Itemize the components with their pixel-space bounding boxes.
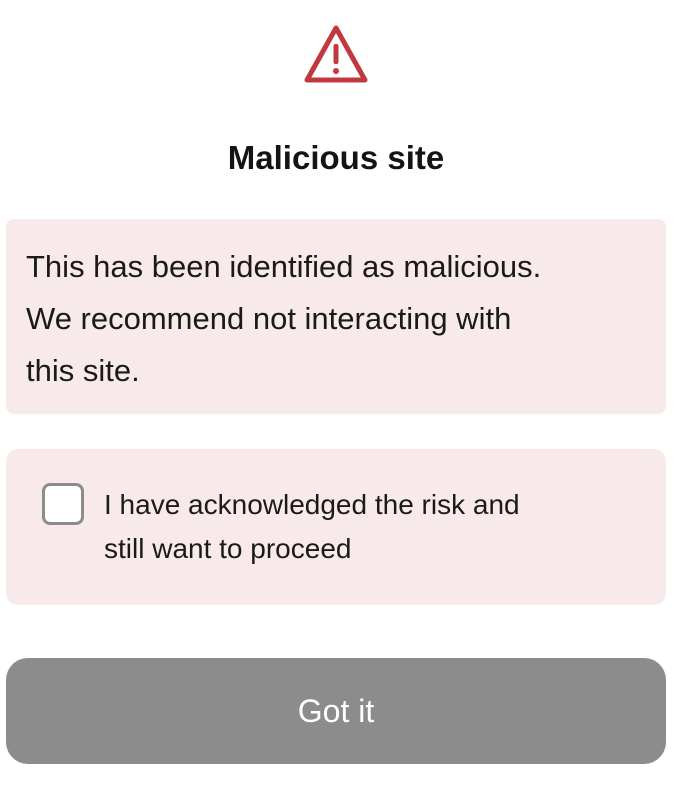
acknowledge-risk-label[interactable]: I have acknowledged the risk and still w…	[104, 483, 624, 571]
got-it-button[interactable]: Got it	[6, 658, 666, 764]
warning-triangle-icon	[304, 25, 368, 83]
warning-message-box: This has been identified as malicious. W…	[6, 219, 666, 414]
acknowledge-risk-checkbox[interactable]	[42, 483, 84, 525]
warning-message-text: This has been identified as malicious. W…	[26, 249, 542, 388]
acknowledgement-box: I have acknowledged the risk and still w…	[6, 449, 666, 605]
dialog-title: Malicious site	[227, 139, 445, 176]
